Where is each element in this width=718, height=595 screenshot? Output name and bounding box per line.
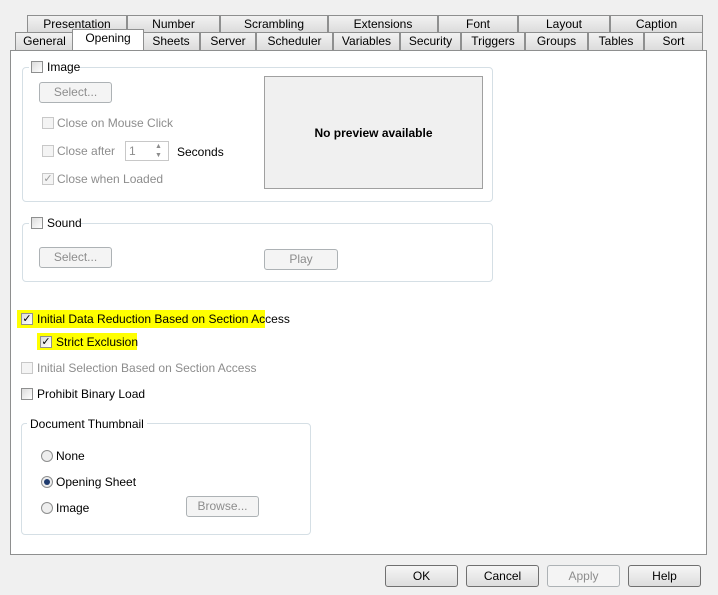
apply-button[interactable]: Apply bbox=[547, 565, 620, 587]
tab-extensions[interactable]: Extensions bbox=[328, 15, 438, 32]
spinner-icon[interactable]: ▲ ▼ bbox=[155, 142, 162, 160]
initial-selection-label: Initial Selection Based on Section Acces… bbox=[37, 361, 257, 375]
seconds-input[interactable]: 1 bbox=[125, 141, 169, 161]
sound-checkbox[interactable] bbox=[31, 217, 43, 229]
tab-server[interactable]: Server bbox=[200, 32, 256, 50]
thumbnail-image-label: Image bbox=[56, 501, 90, 515]
close-when-loaded-label: Close when Loaded bbox=[57, 172, 164, 186]
tab-security[interactable]: Security bbox=[400, 32, 461, 50]
tab-layout[interactable]: Layout bbox=[518, 15, 610, 32]
close-on-click-label: Close on Mouse Click bbox=[57, 116, 174, 130]
thumbnail-none-radio[interactable] bbox=[41, 450, 53, 462]
strict-exclusion-label: Strict Exclusion bbox=[56, 335, 139, 349]
thumbnail-none-label: None bbox=[56, 449, 85, 463]
opening-panel: Image Select... Close on Mouse Click Clo… bbox=[10, 50, 707, 555]
tab-scrambling[interactable]: Scrambling bbox=[220, 15, 328, 32]
sound-label: Sound bbox=[47, 216, 82, 230]
close-on-click-checkbox[interactable] bbox=[42, 117, 54, 129]
thumbnail-opening-sheet-radio[interactable] bbox=[41, 476, 53, 488]
preview-text: No preview available bbox=[314, 125, 433, 140]
initial-selection-checkbox[interactable] bbox=[21, 362, 33, 374]
tab-scheduler[interactable]: Scheduler bbox=[256, 32, 333, 50]
close-when-loaded-checkbox[interactable]: ✓ bbox=[42, 173, 54, 185]
thumbnail-opening-sheet-label: Opening Sheet bbox=[56, 475, 137, 489]
tab-triggers[interactable]: Triggers bbox=[461, 32, 525, 50]
prohibit-binary-label: Prohibit Binary Load bbox=[37, 387, 146, 401]
tab-groups[interactable]: Groups bbox=[525, 32, 588, 50]
ok-button[interactable]: OK bbox=[385, 565, 458, 587]
image-preview: No preview available bbox=[264, 76, 483, 189]
tab-sort[interactable]: Sort bbox=[644, 32, 703, 50]
close-after-checkbox[interactable] bbox=[42, 145, 54, 157]
sound-select-button[interactable]: Select... bbox=[39, 247, 112, 268]
image-select-button[interactable]: Select... bbox=[39, 82, 112, 103]
play-button[interactable]: Play bbox=[264, 249, 338, 270]
browse-button[interactable]: Browse... bbox=[186, 496, 259, 517]
seconds-value: 1 bbox=[129, 144, 136, 158]
tab-sheets[interactable]: Sheets bbox=[142, 32, 200, 50]
tab-tables[interactable]: Tables bbox=[588, 32, 644, 50]
image-checkbox[interactable] bbox=[31, 61, 43, 73]
image-label: Image bbox=[47, 60, 81, 74]
tab-variables[interactable]: Variables bbox=[333, 32, 400, 50]
strict-exclusion-checkbox[interactable]: ✓ bbox=[40, 336, 52, 348]
tab-general[interactable]: General bbox=[15, 32, 74, 50]
document-thumbnail-title: Document Thumbnail bbox=[27, 417, 147, 431]
tab-font[interactable]: Font bbox=[438, 15, 518, 32]
initial-data-reduction-checkbox[interactable]: ✓ bbox=[21, 313, 33, 325]
seconds-label: Seconds bbox=[177, 145, 224, 159]
initial-data-reduction-label: Initial Data Reduction Based on Section … bbox=[37, 312, 290, 326]
cancel-button[interactable]: Cancel bbox=[466, 565, 539, 587]
prohibit-binary-checkbox[interactable] bbox=[21, 388, 33, 400]
tab-opening[interactable]: Opening bbox=[72, 29, 144, 50]
help-button[interactable]: Help bbox=[628, 565, 701, 587]
tab-caption[interactable]: Caption bbox=[610, 15, 703, 32]
close-after-label: Close after bbox=[57, 144, 116, 158]
thumbnail-image-radio[interactable] bbox=[41, 502, 53, 514]
